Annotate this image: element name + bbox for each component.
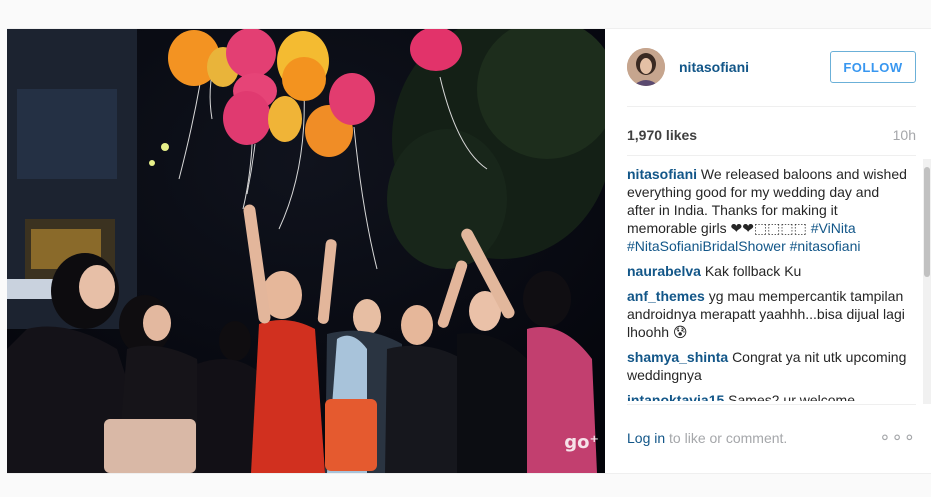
comment-username[interactable]: anf_themes (627, 288, 705, 304)
more-options-icon[interactable]: ∘∘∘ (879, 427, 916, 448)
photo-watermark: go⁺ (564, 432, 599, 453)
login-prompt-text: to like or comment. (669, 429, 788, 446)
comment-username[interactable]: shamya_shinta (627, 349, 728, 365)
comment-username[interactable]: intanoktavia15 (627, 392, 724, 401)
divider (627, 404, 916, 405)
comments-list[interactable]: nitasofiani We released baloons and wish… (627, 165, 909, 401)
caption: nitasofiani We released baloons and wish… (627, 165, 909, 255)
comment-text: Kak follback Ku (704, 263, 802, 279)
comment-item: anf_themes yg mau mempercantik tampilan … (627, 287, 909, 341)
photo-scene (7, 29, 605, 473)
instagram-post: go⁺ nitasofiani FOLLOW 1,970 likes 10h n… (7, 28, 931, 474)
comment-text: Sames2 ur welcome (728, 392, 855, 401)
follow-button[interactable]: FOLLOW (830, 51, 916, 83)
comment-item: naurabelva Kak follback Ku (627, 262, 909, 280)
avatar-image (627, 48, 665, 86)
likes-row: 1,970 likes 10h (627, 127, 916, 143)
avatar[interactable] (627, 48, 665, 86)
divider (627, 106, 916, 107)
login-prompt: Log in to like or comment. (627, 430, 787, 446)
post-header: nitasofiani FOLLOW (627, 47, 916, 87)
comment-username[interactable]: nitasofiani (627, 166, 697, 182)
comment-item: shamya_shinta Congrat ya nit utk upcomin… (627, 348, 909, 384)
comment-item: intanoktavia15 Sames2 ur welcome (627, 391, 909, 401)
scrollbar-thumb[interactable] (924, 167, 930, 277)
post-photo[interactable]: go⁺ (7, 29, 605, 473)
divider (627, 155, 916, 156)
post-time[interactable]: 10h (893, 127, 916, 143)
post-footer: Log in to like or comment. ∘∘∘ (627, 427, 916, 448)
comment-username[interactable]: naurabelva (627, 263, 701, 279)
comments-scrollbar[interactable] (923, 159, 931, 404)
username-link[interactable]: nitasofiani (679, 59, 830, 75)
login-link[interactable]: Log in (627, 430, 665, 446)
post-sidebar: nitasofiani FOLLOW 1,970 likes 10h nitas… (605, 29, 931, 473)
likes-count[interactable]: 1,970 likes (627, 127, 697, 143)
